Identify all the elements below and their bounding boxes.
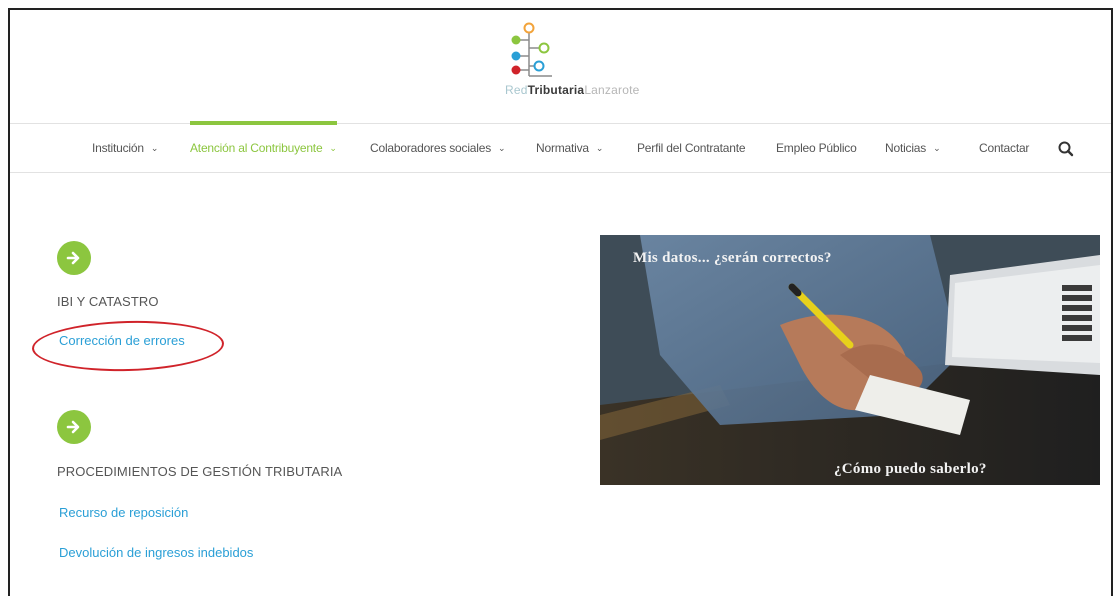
logo-text-red: Red: [505, 83, 528, 97]
chevron-down-icon: ⌄: [150, 143, 159, 153]
logo-wordmark[interactable]: RedTributariaLanzarote: [505, 83, 640, 97]
nav-item-normativa[interactable]: Normativa ⌄: [536, 124, 603, 173]
nav-item-institucion[interactable]: Institución ⌄: [92, 124, 158, 173]
nav-item-noticias[interactable]: Noticias ⌄: [885, 124, 941, 173]
nav-item-perfil-contratante[interactable]: Perfil del Contratante: [637, 124, 746, 173]
chevron-down-icon: ⌄: [329, 143, 337, 153]
main-navigation: Institución ⌄ Atención al Contribuyente ⌄ …: [10, 121, 1111, 173]
nav-label: Contactar: [979, 141, 1030, 155]
nav-label: Colaboradores sociales: [370, 141, 492, 155]
nav-item-empleo-publico[interactable]: Empleo Público: [776, 124, 857, 173]
chevron-down-icon: ⌄: [933, 143, 941, 153]
nav-label: Normativa: [536, 141, 589, 155]
nav-item-contactar[interactable]: Contactar: [979, 124, 1029, 173]
highlight-circle: [31, 318, 225, 374]
hero-headline: Mis datos... ¿serán correctos?: [633, 250, 832, 266]
logo-text-lanzarote: Lanzarote: [584, 83, 640, 97]
search-icon[interactable]: [1057, 140, 1075, 158]
section-title-procedimientos: PROCEDIMIENTOS DE GESTIÓN TRIBUTARIA: [57, 464, 343, 479]
hero-subline: ¿Cómo puedo saberlo?: [834, 461, 987, 477]
nav-label: Noticias: [885, 141, 927, 155]
arrow-right-icon[interactable]: [57, 241, 91, 275]
nav-label: Atención al Contribuyente: [190, 141, 323, 155]
section-title-ibi-catastro: IBI Y CATASTRO: [57, 294, 159, 309]
arrow-right-icon[interactable]: [57, 410, 91, 444]
nav-item-colaboradores-sociales[interactable]: Colaboradores sociales ⌄: [370, 124, 506, 173]
link-recurso-reposicion[interactable]: Recurso de reposición: [59, 505, 188, 520]
logo-text-tributaria: Tributaria: [527, 83, 585, 97]
nav-label: Institución: [92, 141, 144, 155]
browser-page: RedTributariaLanzarote Institución ⌄ Aten…: [8, 8, 1113, 596]
logo-icon[interactable]: [506, 22, 562, 84]
site-header: RedTributariaLanzarote: [10, 10, 1111, 126]
chevron-down-icon: ⌄: [498, 143, 506, 153]
nav-item-atencion-contribuyente[interactable]: Atención al Contribuyente ⌄: [190, 124, 337, 173]
hero-image[interactable]: Mis datos... ¿serán correctos? ¿Cómo pue…: [600, 235, 1100, 485]
chevron-down-icon: ⌄: [595, 143, 604, 153]
link-devolucion-ingresos[interactable]: Devolución de ingresos indebidos: [59, 545, 253, 560]
nav-label: Perfil del Contratante: [637, 141, 746, 155]
nav-label: Empleo Público: [776, 141, 857, 155]
hero-photo-illustration: [600, 235, 1100, 485]
